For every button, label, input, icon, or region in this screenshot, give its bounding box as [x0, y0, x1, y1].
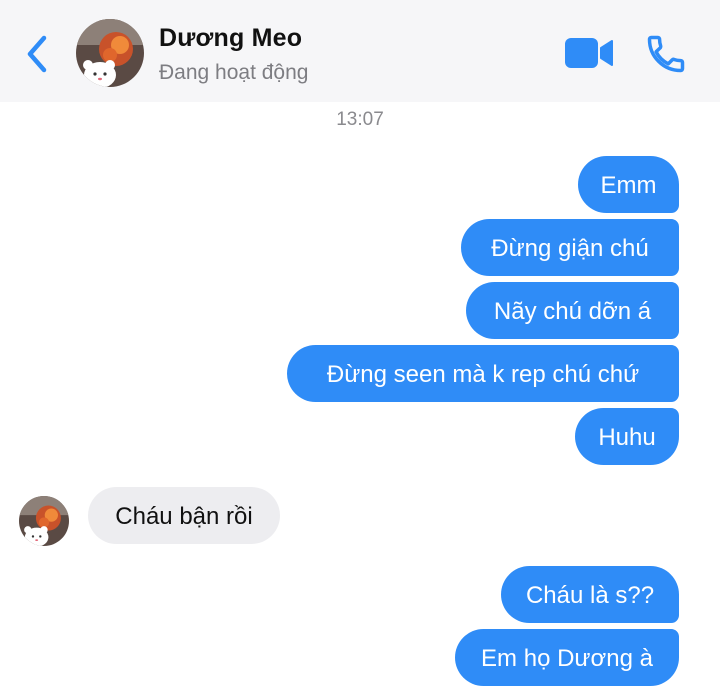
back-button[interactable] [22, 32, 56, 76]
avatar-image [19, 496, 69, 546]
phone-icon [647, 35, 685, 73]
contact-avatar[interactable] [76, 19, 144, 87]
video-camera-icon [565, 38, 613, 68]
chat-screen: Dương Meo Đang hoạt động 13:07 Emm Đừng … [0, 0, 720, 700]
avatar-image [76, 19, 144, 87]
message-bubble-outgoing[interactable]: Đừng giận chú [461, 219, 679, 276]
contact-name[interactable]: Dương Meo [159, 24, 302, 53]
video-call-button[interactable] [564, 34, 614, 72]
message-bubble-outgoing[interactable]: Huhu [575, 408, 679, 465]
voice-call-button[interactable] [644, 32, 688, 76]
message-bubble-outgoing[interactable]: Emm [578, 156, 679, 213]
message-bubble-outgoing[interactable]: Đừng seen mà k rep chú chứ [287, 345, 679, 402]
message-bubble-outgoing[interactable]: Cháu là s?? [501, 566, 679, 623]
chat-header: Dương Meo Đang hoạt động [0, 0, 720, 102]
sender-avatar[interactable] [19, 496, 69, 546]
message-bubble-incoming[interactable]: Cháu bận rồi [88, 487, 280, 544]
message-bubble-outgoing[interactable]: Nãy chú dỡn á [466, 282, 679, 339]
message-timestamp: 13:07 [336, 109, 384, 130]
active-status: Đang hoạt động [159, 61, 309, 84]
message-bubble-outgoing[interactable]: Em họ Dương à [455, 629, 679, 686]
chevron-left-icon [27, 35, 47, 73]
